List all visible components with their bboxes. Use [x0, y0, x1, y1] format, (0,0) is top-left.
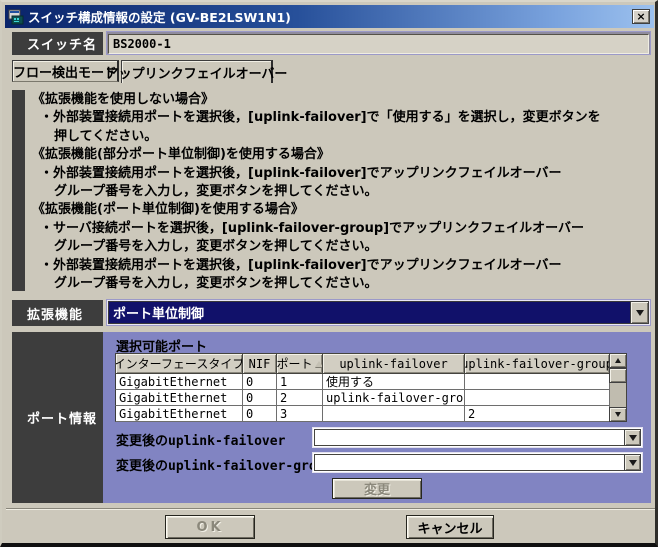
instruction-text: 《拡張機能を使用しない場合》 ・外部装置接続用ポートを選択後，[uplink-f…	[32, 91, 647, 293]
chevron-down-icon	[628, 459, 637, 466]
instruction-line: グループ番号を入力し，変更ボタンを押してください。	[54, 184, 378, 200]
instruction-line: グループ番号を入力し，変更ボタンを押してください。	[54, 276, 378, 292]
switch-name-field-frame	[106, 31, 651, 55]
column-header-interface-type[interactable]: インターフェースタイプ	[115, 353, 243, 374]
instruction-line: ・外部装置接続用ポートを選択後，[uplink-failover]で「使用する」…	[40, 110, 601, 126]
close-icon: ×	[636, 10, 646, 23]
scroll-up-button[interactable]	[609, 353, 627, 368]
instruction-line: ・外部装置接続用ポートを選択後，[uplink-failover]でアップリンク…	[40, 257, 562, 273]
table-scrollbar[interactable]	[609, 353, 627, 422]
after-uplink-failover-dropdown-button[interactable]	[624, 429, 641, 446]
port-info-label: ポート情報	[12, 332, 103, 503]
tab-uplink-failover[interactable]: アップリンクフェイルオーバー	[106, 60, 287, 83]
instruction-line: 《拡張機能(部分ポート単位制御)を使用する場合》	[32, 147, 330, 163]
chevron-down-icon	[615, 412, 621, 417]
instruction-line: 《拡張機能を使用しない場合》	[32, 92, 215, 107]
cancel-button[interactable]: キャンセル	[406, 515, 494, 539]
ok-button[interactable]: OK	[165, 515, 255, 539]
after-uplink-failover-select[interactable]	[312, 427, 643, 448]
port-info-panel: 選択可能ポート インターフェースタイプ NIF ポート uplink-failo…	[103, 332, 651, 503]
instruction-line: ・外部装置接続用ポートを選択後，[uplink-failover]でアップリンク…	[40, 165, 562, 181]
switch-app-icon	[8, 9, 24, 24]
table-row[interactable]: GigabitEthernet 0 1 使用する	[115, 374, 610, 390]
extension-function-value: ポート単位制御	[108, 301, 630, 324]
chevron-up-icon	[615, 358, 621, 363]
column-header-port[interactable]: ポート	[277, 353, 323, 374]
switch-name-label: スイッチ名	[12, 32, 103, 55]
close-button[interactable]: ×	[632, 9, 650, 24]
title-bar: スイッチ構成情報の設定 (GV-BE2LSW1N1) ×	[5, 5, 654, 28]
extension-dropdown-button[interactable]	[630, 301, 649, 324]
column-header-uplink-failover-group[interactable]: uplink-failover-group	[465, 353, 610, 374]
column-header-uplink-failover[interactable]: uplink-failover	[323, 353, 465, 374]
switch-config-dialog: スイッチ構成情報の設定 (GV-BE2LSW1N1) × スイッチ名 フロー検出…	[0, 0, 658, 547]
after-uplink-failover-label: 変更後のuplink-failover	[116, 434, 286, 449]
sort-ascending-icon	[314, 360, 322, 367]
after-uplink-failover-group-label: 変更後のuplink-failover-group	[116, 459, 333, 474]
chevron-down-icon	[635, 309, 644, 316]
table-row[interactable]: GigabitEthernet 0 3 2	[115, 406, 610, 422]
instruction-line: 《拡張機能(ポート単位制御)を使用する場合》	[32, 202, 304, 218]
after-uplink-failover-group-value	[314, 454, 624, 471]
instruction-side-bar	[12, 90, 25, 291]
tab-flow-detection-mode[interactable]: フロー検出モード	[12, 60, 119, 82]
extension-function-label: 拡張機能	[12, 300, 103, 326]
column-header-nif[interactable]: NIF	[243, 353, 277, 374]
instruction-line: ・サーバ接続ポートを選択後，[uplink-failover-group]でアッ…	[40, 220, 584, 236]
after-uplink-failover-group-dropdown-button[interactable]	[624, 454, 641, 471]
chevron-down-icon	[628, 434, 637, 441]
after-uplink-failover-value	[314, 429, 624, 446]
extension-function-select[interactable]: ポート単位制御	[106, 299, 651, 326]
instruction-line: 押してください。	[54, 128, 158, 144]
scrollbar-thumb[interactable]	[609, 368, 627, 383]
switch-name-input[interactable]	[108, 34, 649, 54]
port-table: インターフェースタイプ NIF ポート uplink-failover upli…	[115, 353, 627, 422]
footer-divider	[6, 508, 655, 510]
instruction-line: グループ番号を入力し，変更ボタンを押してください。	[54, 239, 378, 255]
port-table-header: インターフェースタイプ NIF ポート uplink-failover upli…	[115, 353, 610, 374]
table-row[interactable]: GigabitEthernet 0 2 uplink-failover-grou…	[115, 390, 610, 406]
window-title: スイッチ構成情報の設定 (GV-BE2LSW1N1)	[28, 10, 291, 25]
change-button[interactable]: 変更	[332, 478, 422, 499]
after-uplink-failover-group-select[interactable]	[312, 452, 643, 473]
scroll-down-button[interactable]	[609, 407, 627, 422]
